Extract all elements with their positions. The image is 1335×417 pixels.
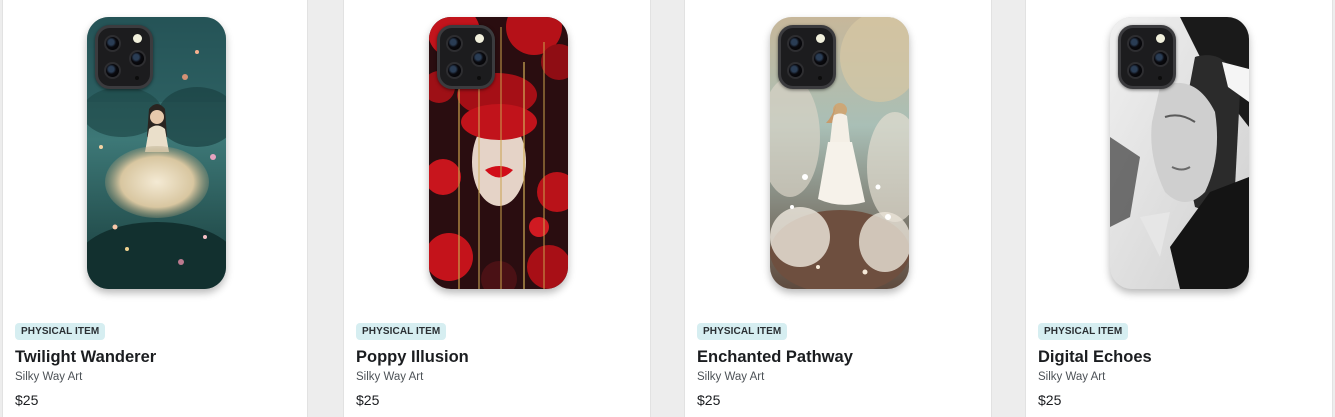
product-image[interactable] <box>770 17 909 289</box>
camera-lens-icon <box>129 50 146 67</box>
product-seller[interactable]: Silky Way Art <box>356 370 423 384</box>
camera-flash-icon <box>475 34 484 43</box>
physical-item-badge: PHYSICAL ITEM <box>15 323 106 340</box>
microphone-dot-icon <box>818 76 822 80</box>
product-title[interactable]: Enchanted Pathway <box>697 347 853 368</box>
camera-module <box>1118 25 1176 89</box>
product-title[interactable]: Twilight Wanderer <box>15 347 156 368</box>
camera-lens-icon <box>446 35 463 52</box>
product-price: $25 <box>356 392 380 408</box>
product-price: $25 <box>697 392 721 408</box>
microphone-dot-icon <box>477 76 481 80</box>
microphone-dot-icon <box>1158 76 1162 80</box>
camera-lens-icon <box>471 50 488 67</box>
product-title[interactable]: Poppy Illusion <box>356 347 469 368</box>
camera-module <box>95 25 153 89</box>
product-title[interactable]: Digital Echoes <box>1038 347 1152 368</box>
camera-lens-icon <box>787 62 804 79</box>
camera-lens-icon <box>1127 62 1144 79</box>
product-image[interactable] <box>429 17 568 289</box>
camera-flash-icon <box>816 34 825 43</box>
product-image[interactable] <box>1110 17 1249 289</box>
product-seller[interactable]: Silky Way Art <box>15 370 82 384</box>
camera-lens-icon <box>1127 35 1144 52</box>
product-price: $25 <box>15 392 39 408</box>
product-card[interactable]: PHYSICAL ITEM Digital Echoes Silky Way A… <box>1025 0 1333 417</box>
product-seller[interactable]: Silky Way Art <box>1038 370 1105 384</box>
physical-item-badge: PHYSICAL ITEM <box>356 323 447 340</box>
product-grid: PHYSICAL ITEM Twilight Wanderer Silky Wa… <box>0 0 1335 417</box>
product-card[interactable]: PHYSICAL ITEM Poppy Illusion Silky Way A… <box>343 0 651 417</box>
camera-lens-icon <box>787 35 804 52</box>
camera-flash-icon <box>1156 34 1165 43</box>
physical-item-badge: PHYSICAL ITEM <box>697 323 788 340</box>
camera-lens-icon <box>812 50 829 67</box>
camera-module <box>778 25 836 89</box>
product-card[interactable]: PHYSICAL ITEM Enchanted Pathway Silky Wa… <box>684 0 992 417</box>
camera-lens-icon <box>104 35 121 52</box>
microphone-dot-icon <box>135 76 139 80</box>
camera-lens-icon <box>1152 50 1169 67</box>
product-price: $25 <box>1038 392 1062 408</box>
product-image[interactable] <box>87 17 226 289</box>
physical-item-badge: PHYSICAL ITEM <box>1038 323 1129 340</box>
camera-flash-icon <box>133 34 142 43</box>
camera-lens-icon <box>446 62 463 79</box>
product-seller[interactable]: Silky Way Art <box>697 370 764 384</box>
product-card[interactable]: PHYSICAL ITEM Twilight Wanderer Silky Wa… <box>2 0 308 417</box>
camera-lens-icon <box>104 62 121 79</box>
camera-module <box>437 25 495 89</box>
